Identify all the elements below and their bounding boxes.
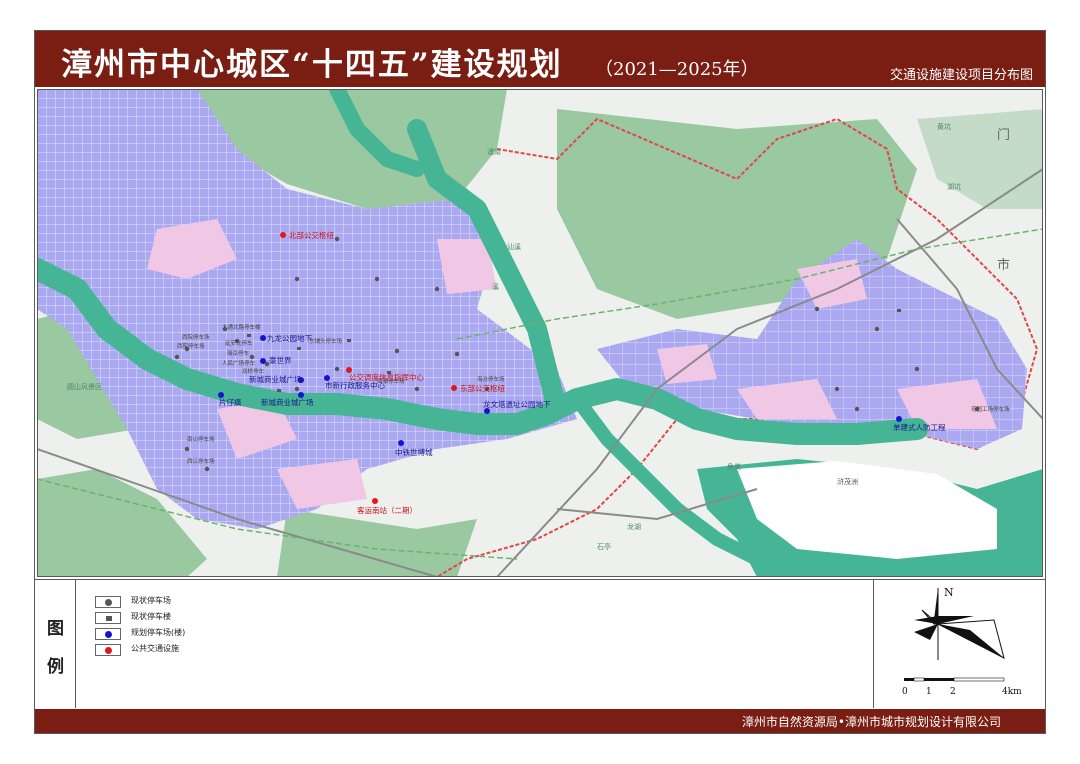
red-dot-icon [95,644,121,656]
transit-facility-label: 客运南站（二期） [357,505,417,515]
parking-label: 东铺头停车场 [309,337,343,345]
map-subtitle: 交通设施建设项目分布图 [889,68,1033,83]
place-label: 湖坑 [947,182,961,191]
parking-label: 人民广场停车 [222,359,256,367]
scale-label: 4km [1002,687,1022,697]
planned-parking-label: 九龙公园地下 [267,333,312,343]
legend-title: 图 例 [35,580,76,708]
header-bar: 漳州市中心城区“十四五”建设规划 （2021—2025年） 交通设施建设项目分布… [35,31,1045,87]
legend-title-bottom: 例 [47,657,64,677]
place-label: 圆山风景区 [67,382,102,391]
parking-label: 海沧停车场 [477,375,505,383]
planned-parking-marker[interactable] [260,358,266,364]
place-label: 门 [997,128,1010,143]
legend-label: 现状停车场 [131,596,171,605]
page-title: 漳州市中心城区“十四五”建设规划 [61,47,563,83]
legend-title-top: 图 [47,619,64,639]
parking-label: 大通北路停车楼 [222,323,261,331]
legend-label: 现状停车楼 [131,612,171,621]
compass-scale-box: N 0 1 2 4km [873,580,1046,708]
blue-dot-icon [95,628,121,640]
transit-facility-label: 东部公交枢纽 [460,383,505,393]
parking-label: 双桥停车 [242,367,265,375]
parking-label: 西院停车场 [177,342,205,350]
compass-rose-icon: N 0 1 2 4km [902,586,1022,697]
place-label: 浦南 [487,147,501,156]
parking-label: 西江停车场 [187,457,215,465]
parking-label: 瑞京停车 [227,349,250,357]
place-label: 黄坑 [937,122,951,131]
planned-parking-label: 片仔癀 [219,397,242,407]
planned-parking-label: 中铁世博城 [395,447,433,457]
transit-facility-label: 北部公交枢纽 [289,230,334,240]
parking-label: 西院停车场 [182,333,210,341]
planned-parking-label: 龙文塔遗址公园地下 [483,399,551,409]
legend-panel: 图 例 现状停车场 现状停车楼 规划停车场(楼) 公共交通设施 N 0 1 2 … [35,579,1045,708]
map-canvas[interactable]: 圆山风景区 汕溪 溪 浦南 黄坑 湖坑 市 门 龙湖 角美 浒茂洲 石亭 西院停… [37,89,1043,577]
footer-bar: 漳州市自然资源局•漳州市城市规划设计有限公司 [35,709,1045,733]
legend-label: 公共交通设施 [131,644,179,653]
scale-label: 2 [950,687,956,697]
place-label: 角美 [727,462,741,471]
gray-dot-icon [95,596,121,608]
planned-parking-label: 新城商业城广场 [261,397,314,407]
scale-label: 0 [902,687,908,697]
place-label: 汕溪 [507,242,521,251]
planned-parking-marker[interactable] [398,440,404,446]
planned-parking-marker[interactable] [260,335,266,341]
parking-label: 延安北停车 [225,339,253,347]
planned-parking-label: 豪世界 [269,355,292,365]
transit-facility-marker[interactable] [280,232,286,238]
place-label: 市 [997,257,1010,273]
compass-north-label: N [944,586,954,599]
parking-label: 南山停车场 [187,435,215,443]
title-years: （2021—2025年） [595,59,759,80]
scale-label: 1 [926,687,932,697]
transit-facility-label: 公交调度信息指挥中心 [349,372,424,382]
legend-label: 规划停车场(楼) [131,628,186,637]
map-frame: 漳州市中心城区“十四五”建设规划 （2021—2025年） 交通设施建设项目分布… [34,30,1046,734]
footer-credit: 漳州市自然资源局•漳州市城市规划设计有限公司 [741,715,1001,729]
place-label: 龙湖 [627,522,641,531]
planned-parking-label: 单建式人防工程 [893,422,946,432]
planned-parking-label: 新城商业城广场 [249,374,302,384]
transit-facility-marker[interactable] [372,498,378,504]
place-label: 石亭 [597,542,611,551]
place-label: 溪 [492,282,499,291]
planned-parking-marker[interactable] [896,416,902,422]
place-label: 浒茂洲 [837,477,858,486]
parking-label: 花园工场停车场 [971,405,1010,413]
transit-facility-marker[interactable] [451,385,457,391]
gray-square-icon [95,612,121,624]
